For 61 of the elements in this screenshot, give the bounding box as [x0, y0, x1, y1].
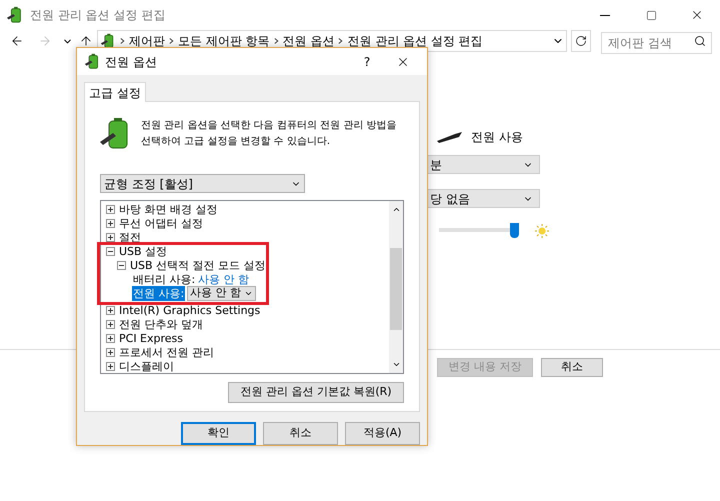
tab[interactable]: 고급 설정: [84, 82, 146, 102]
window-title: 전원 관리 옵션 설정 편집: [30, 7, 166, 24]
search-icon[interactable]: [694, 35, 706, 47]
collapse-icon[interactable]: [106, 246, 115, 256]
expand-icon[interactable]: [106, 306, 115, 314]
expand-icon[interactable]: [106, 320, 115, 328]
expand-icon[interactable]: [106, 204, 115, 214]
battery-plug-icon: [84, 53, 101, 70]
restore-defaults-button[interactable]: 전원 관리 옵션 기본값 복원(R): [228, 382, 404, 403]
setting-label[interactable]: 전원 사용:: [132, 286, 186, 300]
refresh-icon: [575, 35, 587, 47]
slider-thumb[interactable]: [510, 223, 519, 238]
power-plug-icon: [435, 131, 463, 143]
tree-item[interactable]: USB 선택적 절전 모드 설정: [130, 258, 266, 272]
dialog-button[interactable]: 취소: [263, 422, 338, 445]
tree-item[interactable]: USB 설정: [119, 244, 168, 258]
setting-dropdown[interactable]: 사용 안 함: [187, 286, 256, 300]
expand-icon[interactable]: [106, 348, 115, 356]
tree-item[interactable]: 바탕 화면 배경 설정: [119, 202, 218, 216]
breadcrumb-link[interactable]: 전원 관리 옵션 설정 편집: [347, 32, 483, 50]
dropdown[interactable]: 분: [428, 155, 540, 174]
setting-label[interactable]: 배터리 사용:: [132, 272, 196, 286]
expand-icon[interactable]: [106, 232, 115, 242]
collapse-icon[interactable]: [117, 260, 126, 270]
dialog-title: 전원 옵션: [105, 54, 157, 70]
description-text: 전원 관리 옵션을 선택한 다음 컴퓨터의 전원 관리 방법을 선택하여 고급 설정을 변경할 수 있습니다.: [141, 119, 398, 149]
battery-plug-icon: [6, 6, 24, 24]
expand-icon[interactable]: [106, 362, 115, 370]
power-plan-dropdown[interactable]: 균형 조정 [활성]: [100, 174, 305, 193]
column-heading: 전원 사용: [471, 129, 523, 146]
up-arrow-icon[interactable]: [79, 34, 93, 48]
chevron-right-icon: [169, 37, 174, 45]
chevron-down-icon[interactable]: [392, 360, 400, 369]
slider[interactable]: [437, 223, 521, 238]
chevron-right-icon: [338, 37, 344, 45]
chevron-right-icon: [120, 37, 125, 45]
maximize-icon: [646, 10, 656, 20]
chevron-up-icon[interactable]: [392, 205, 400, 214]
sun-icon: [535, 224, 549, 238]
breadcrumb-link[interactable]: 모든 제어판 항목: [178, 32, 270, 50]
breadcrumb-link[interactable]: 제어판: [129, 32, 165, 50]
setting-value-link[interactable]: 사용 안 함: [198, 272, 250, 286]
tree-item[interactable]: 전원 단추와 덮개: [119, 316, 203, 332]
refresh-button[interactable]: [571, 30, 591, 52]
dialog-button[interactable]: 적용(A): [345, 422, 420, 445]
minimize-icon: [600, 14, 610, 16]
search-field[interactable]: 제어판 검색: [601, 32, 712, 54]
tree-item[interactable]: 프로세서 전원 관리: [119, 344, 214, 360]
scrollbar[interactable]: [389, 201, 403, 373]
tree-item[interactable]: PCI Express: [119, 330, 184, 346]
tree-item[interactable]: 디스플레이: [119, 358, 174, 374]
battery-plug-icon: [100, 33, 116, 49]
expand-icon[interactable]: [106, 218, 115, 228]
chevron-right-icon: [274, 37, 279, 45]
tree-item[interactable]: Intel(R) Graphics Settings: [119, 302, 260, 318]
breadcrumb-link[interactable]: 전원 옵션: [282, 32, 334, 50]
tree-item[interactable]: 무선 어댑터 설정: [119, 216, 203, 230]
button[interactable]: 취소: [541, 358, 603, 377]
expand-icon[interactable]: [106, 334, 115, 342]
dialog-button[interactable]: 확인: [181, 422, 256, 445]
dropdown[interactable]: 당 없음: [428, 189, 540, 208]
